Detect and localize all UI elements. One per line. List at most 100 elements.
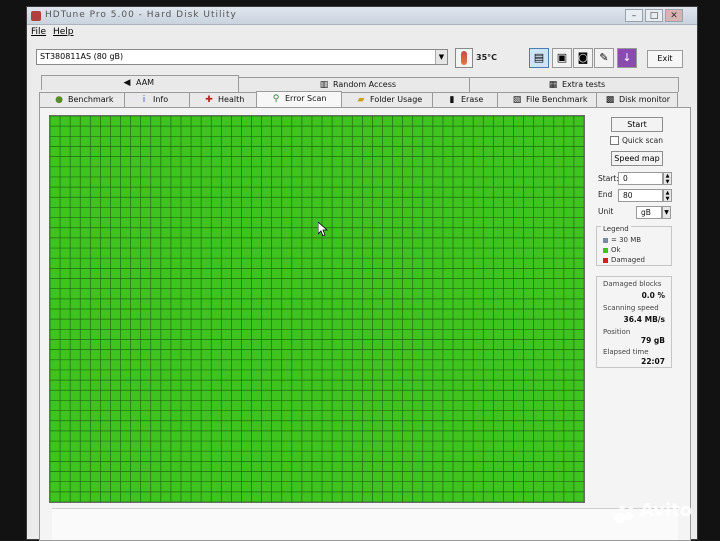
legend-swatch	[603, 247, 608, 253]
start-button[interactable]: Start	[611, 117, 663, 132]
tab-health[interactable]: ✚ Health	[189, 92, 257, 107]
legend-label: Ok	[611, 246, 621, 254]
menu-file[interactable]: File	[31, 27, 46, 37]
chevron-down-icon[interactable]: ▼	[435, 50, 447, 64]
random-access-icon: ▥	[319, 80, 329, 90]
copy-info-button[interactable]: ▤	[529, 48, 549, 68]
tab-extra-tests-label: Extra tests	[562, 80, 606, 89]
legend-swatch	[603, 257, 608, 263]
maximize-button[interactable]: □	[645, 9, 663, 22]
tab-disk-monitor[interactable]: ▩ Disk monitor	[596, 92, 678, 107]
health-icon: ✚	[205, 95, 213, 105]
screen: HDTune Pro 5.00 - Hard Disk Utility – □ …	[0, 0, 720, 541]
legend-title: Legend	[601, 225, 631, 233]
tab-benchmark-label: Benchmark	[68, 95, 114, 104]
damaged-blocks-value: 0.0 %	[641, 291, 665, 300]
block-map-grid	[50, 116, 584, 502]
close-button[interactable]: ✕	[665, 9, 683, 22]
thermometer-icon	[455, 48, 473, 68]
extra-tests-icon: ▦	[548, 80, 558, 90]
scanning-speed-label: Scanning speed	[603, 304, 659, 312]
legend-label: = 30 MB	[611, 236, 642, 244]
folder-icon: ▰	[357, 95, 365, 105]
start-field[interactable]: 0	[618, 172, 663, 185]
tab-random-access-label: Random Access	[333, 80, 397, 89]
tab-error-scan-label: Error Scan	[285, 94, 327, 103]
unit-label: Unit	[598, 207, 614, 216]
quick-scan-label: Quick scan	[622, 136, 663, 145]
watermark: Avito	[640, 500, 693, 521]
save-button[interactable]: ↓	[617, 48, 637, 68]
chevron-down-icon[interactable]: ▼	[662, 206, 671, 219]
position-label: Position	[603, 328, 631, 336]
tab-erase[interactable]: ▮ Erase	[432, 92, 498, 107]
clipboard-icon: ▣	[556, 51, 568, 64]
temperature-value: 35°C	[476, 53, 498, 62]
tab-random-access[interactable]: ▥ Random Access	[238, 77, 470, 92]
elapsed-time-label: Elapsed time	[603, 348, 649, 356]
exit-button[interactable]: Exit	[647, 50, 683, 68]
magnifier-icon: ⚲	[272, 94, 280, 104]
window-title: HDTune Pro 5.00 - Hard Disk Utility	[45, 10, 237, 20]
tab-disk-monitor-label: Disk monitor	[619, 95, 671, 104]
end-spinner[interactable]: ▲ ▼	[663, 189, 672, 202]
tab-folder-usage-label: Folder Usage	[370, 95, 423, 104]
file-benchmark-icon: ▧	[512, 95, 522, 105]
quick-scan-checkbox[interactable]	[610, 136, 619, 145]
camera-icon: ◙	[577, 51, 589, 64]
disk-monitor-icon: ▩	[605, 95, 615, 105]
position-value: 79 gB	[640, 336, 665, 345]
tab-file-benchmark[interactable]: ▧ File Benchmark	[497, 92, 597, 107]
tab-file-benchmark-label: File Benchmark	[526, 95, 588, 104]
tab-extra-tests[interactable]: ▦ Extra tests	[469, 77, 679, 92]
app-icon	[31, 11, 41, 21]
tab-info-label: Info	[153, 95, 169, 104]
avito-logo-icon	[614, 505, 633, 524]
menu-help[interactable]: Help	[53, 27, 74, 37]
block-map	[49, 115, 585, 503]
speaker-icon: ◀	[123, 78, 131, 88]
mouse-cursor-icon	[318, 222, 328, 236]
tab-health-label: Health	[218, 95, 245, 104]
tab-erase-label: Erase	[461, 95, 484, 104]
drive-select-value: ST380811AS (80 gB)	[40, 52, 124, 61]
info-icon: i	[142, 95, 146, 105]
tab-folder-usage[interactable]: ▰ Folder Usage	[341, 92, 433, 107]
unit-select[interactable]: gB	[636, 206, 662, 219]
legend-item-damaged: Damaged	[603, 256, 645, 264]
thermometer-bulb	[461, 51, 467, 65]
start-field-label: Start:	[598, 174, 619, 183]
legend-item-ok: Ok	[603, 246, 621, 254]
scanning-speed-value: 36.4 MB/s	[623, 315, 666, 324]
damaged-blocks-label: Damaged blocks	[603, 280, 662, 288]
screenshot-button[interactable]: ◙	[573, 48, 593, 68]
trash-icon: ▮	[449, 95, 455, 105]
end-field-label: End	[598, 190, 613, 199]
legend-item-size: = 30 MB	[603, 236, 641, 244]
status-area	[52, 508, 678, 540]
legend-label: Damaged	[611, 256, 645, 264]
app-window: HDTune Pro 5.00 - Hard Disk Utility – □ …	[26, 6, 698, 541]
start-spinner[interactable]: ▲ ▼	[663, 172, 672, 185]
scan-stats-box: Damaged blocks 0.0 % Scanning speed 36.4…	[596, 276, 672, 368]
tab-aam-label: AAM	[136, 78, 155, 87]
error-scan-panel: Start Quick scan Speed map Start: 0 ▲ ▼ E…	[39, 107, 691, 541]
download-icon: ↓	[622, 51, 632, 64]
options-button[interactable]: ✎	[594, 48, 614, 68]
menu-bar: File Help	[27, 26, 697, 40]
elapsed-time-value: 22:07	[641, 357, 665, 366]
wrench-icon: ✎	[599, 51, 609, 64]
tab-aam[interactable]: ◀ AAM	[41, 75, 239, 90]
copy-text-button[interactable]: ▣	[552, 48, 572, 68]
title-bar: HDTune Pro 5.00 - Hard Disk Utility – □ …	[27, 7, 697, 25]
tab-benchmark[interactable]: ● Benchmark	[39, 92, 125, 107]
legend-swatch	[603, 237, 608, 243]
tab-info[interactable]: i Info	[124, 92, 190, 107]
minimize-button[interactable]: –	[625, 9, 643, 22]
benchmark-icon: ●	[55, 95, 63, 105]
drive-select[interactable]: ST380811AS (80 gB) ▼	[36, 49, 448, 65]
speed-map-button[interactable]: Speed map	[611, 151, 663, 166]
copy-icon: ▤	[533, 51, 545, 64]
end-field[interactable]: 80	[618, 189, 663, 202]
legend-box: Legend = 30 MB Ok Damaged	[596, 225, 672, 266]
